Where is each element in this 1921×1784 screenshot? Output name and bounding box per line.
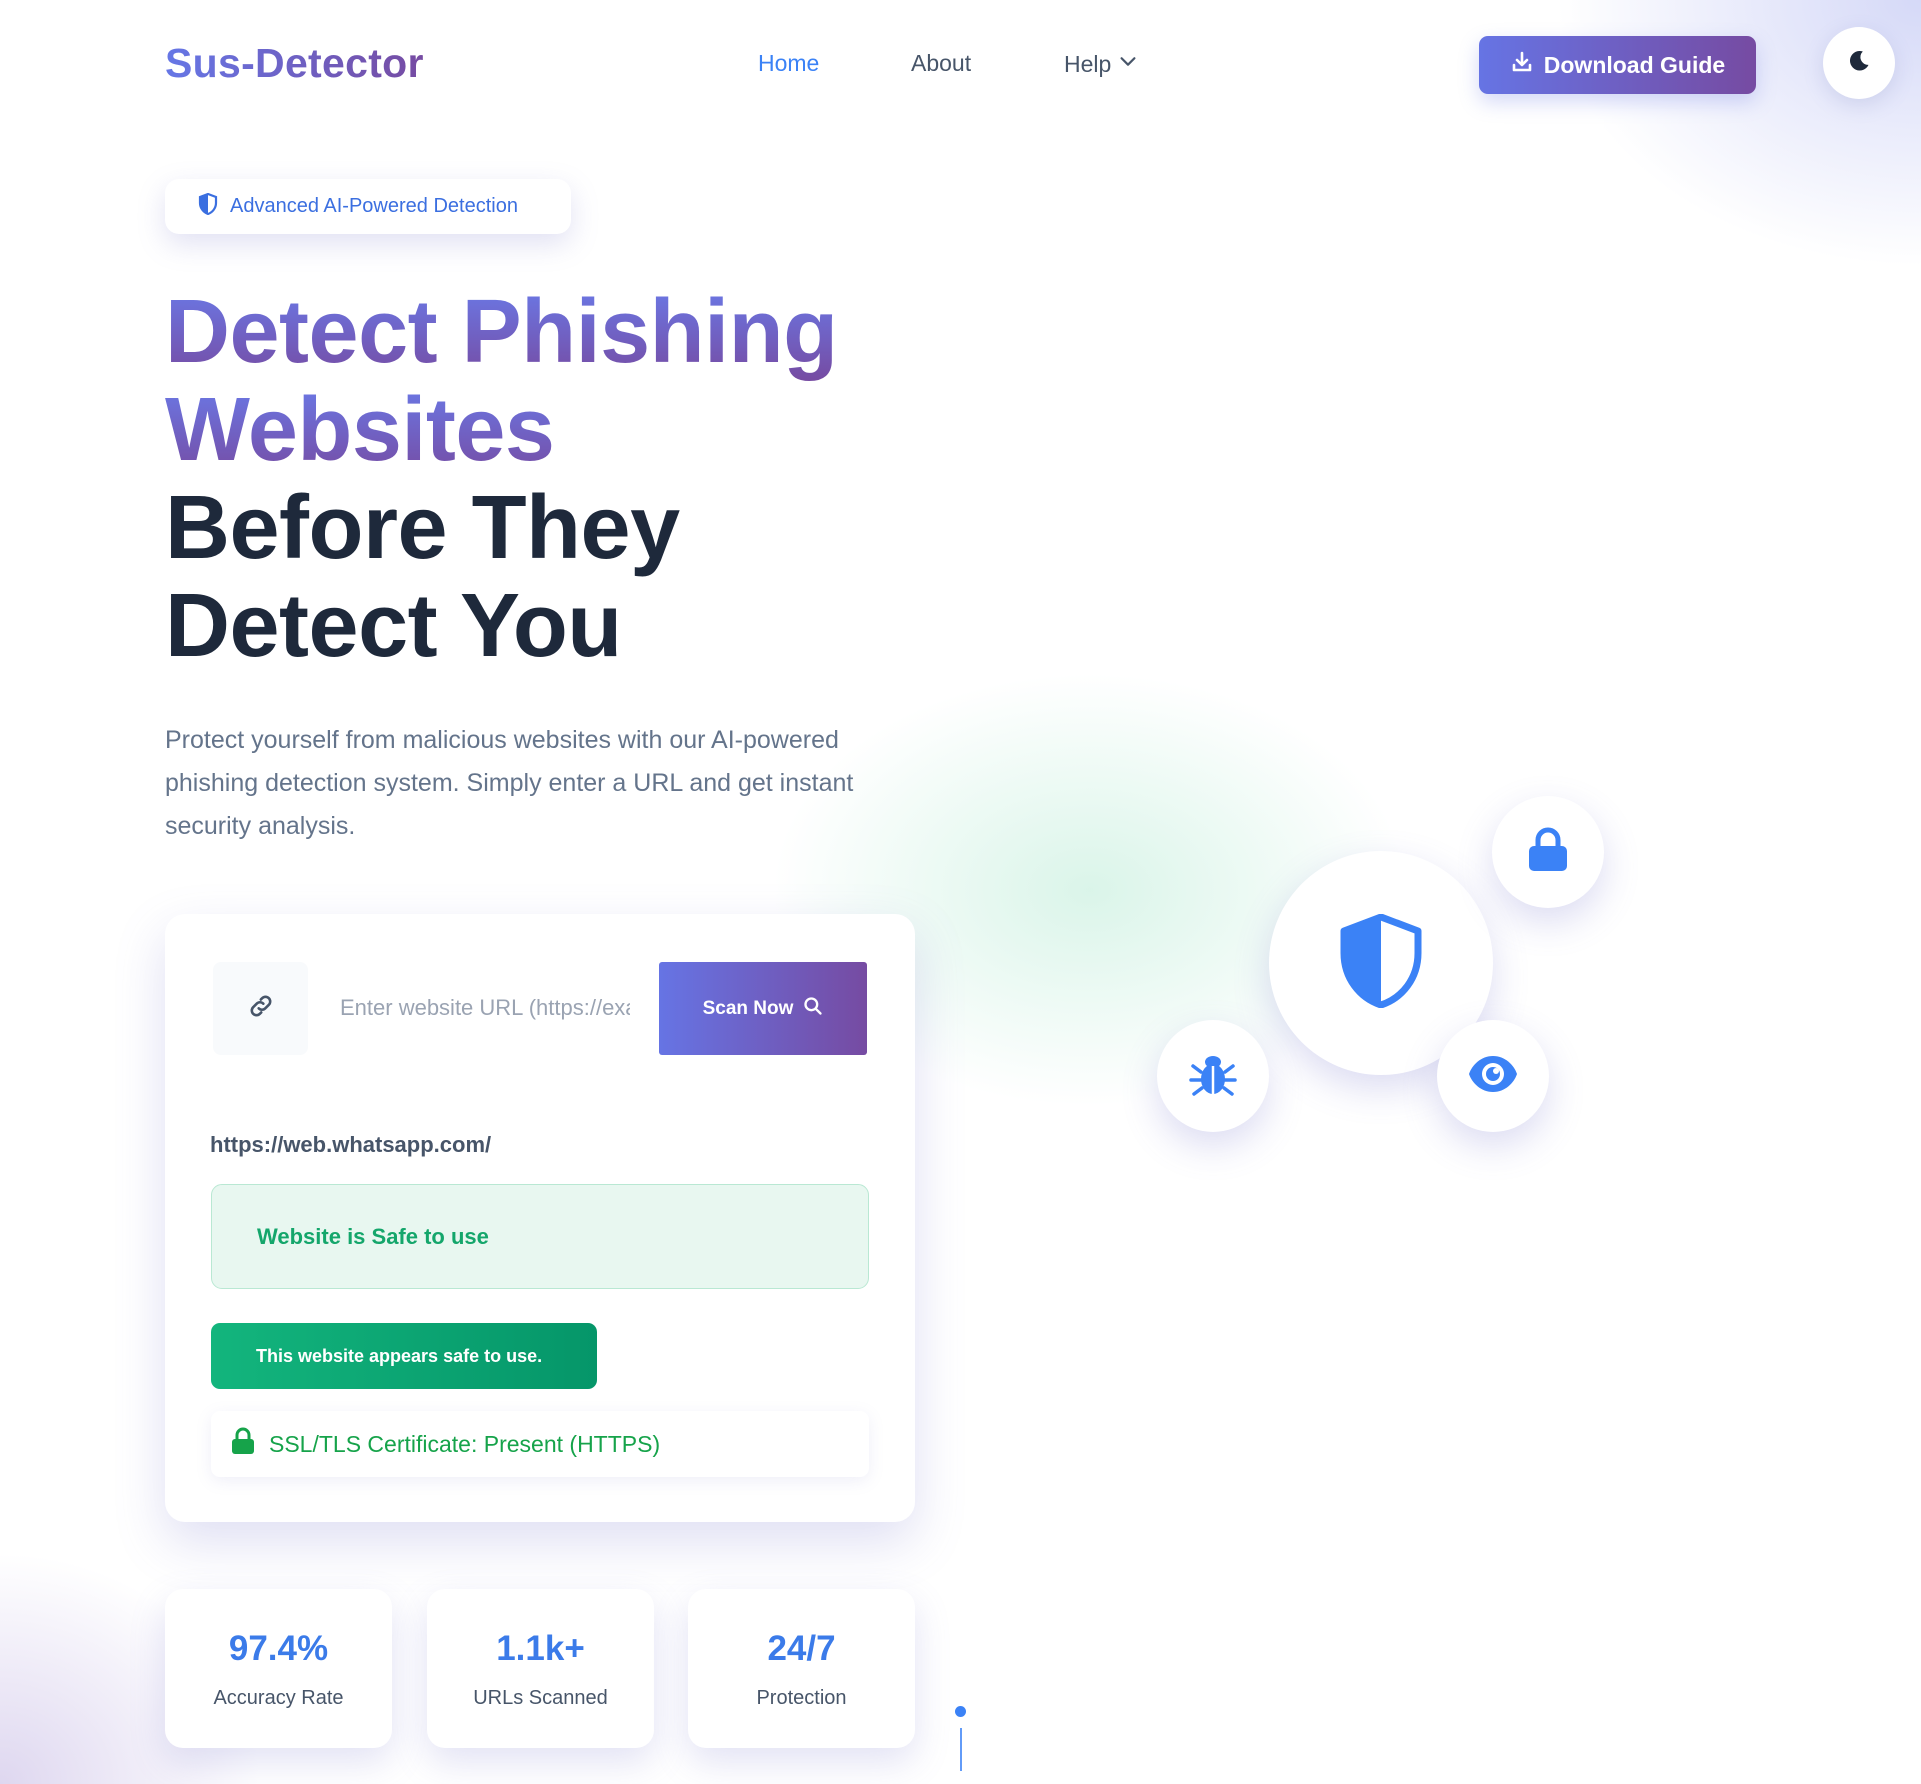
stat-label: URLs Scanned	[473, 1687, 608, 1709]
logo[interactable]: Sus-Detector	[165, 40, 424, 87]
scroll-indicator-dot[interactable]	[955, 1706, 966, 1717]
bug-icon	[1189, 1050, 1237, 1103]
url-input[interactable]	[340, 980, 630, 1036]
eye-icon	[1467, 1054, 1519, 1099]
lock-icon	[1527, 827, 1569, 878]
stat-value: 97.4%	[228, 1629, 329, 1668]
headline-line-1: Detect Phishing	[165, 282, 838, 382]
shield-icon	[1338, 913, 1424, 1013]
ssl-status-text: SSL/TLS Certificate: Present (HTTPS)	[269, 1430, 661, 1457]
headline-line-3: Before They	[165, 478, 680, 578]
safe-message-text: This website appears safe to use.	[256, 1345, 543, 1366]
headline-line-4: Detect You	[165, 576, 622, 676]
moon-icon	[1846, 48, 1872, 79]
download-icon	[1510, 50, 1534, 80]
hero-subtitle: Protect yourself from malicious websites…	[165, 726, 854, 840]
scan-card: Scan Now https://web.whatsapp.com/ Websi…	[165, 914, 915, 1522]
hero-headline: Detect Phishing Websites Before They Det…	[165, 283, 838, 675]
scan-result-text: Website is Safe to use	[257, 1223, 489, 1249]
nav-about-link[interactable]: About	[911, 50, 971, 77]
headline-line-2: Websites	[165, 381, 838, 479]
theme-toggle-button[interactable]	[1823, 27, 1895, 99]
shield-icon	[198, 192, 218, 221]
nav-help-dropdown[interactable]: Help	[1064, 50, 1139, 78]
download-guide-label: Download Guide	[1543, 51, 1726, 78]
stat-card-accuracy: 97.4% Accuracy Rate	[165, 1589, 392, 1748]
scan-result-status: Website is Safe to use	[211, 1184, 869, 1289]
floating-eye-circle	[1437, 1020, 1549, 1132]
nav-home-link[interactable]: Home	[758, 50, 819, 77]
stat-label: Accuracy Rate	[213, 1687, 344, 1709]
scroll-indicator-line	[960, 1728, 962, 1771]
ssl-certificate-row: SSL/TLS Certificate: Present (HTTPS)	[211, 1411, 869, 1477]
lock-icon	[231, 1427, 255, 1461]
stat-card-protection: 24/7 Protection	[688, 1589, 915, 1748]
floating-bug-circle	[1157, 1020, 1269, 1132]
url-icon-box	[213, 962, 308, 1055]
search-icon	[803, 996, 823, 1022]
stat-value: 1.1k+	[496, 1629, 585, 1668]
floating-lock-circle	[1492, 796, 1604, 908]
download-guide-button[interactable]: Download Guide	[1479, 36, 1756, 94]
stat-value: 24/7	[767, 1629, 836, 1668]
scan-now-button[interactable]: Scan Now	[659, 962, 867, 1055]
chevron-down-icon	[1117, 50, 1139, 78]
safe-message-badge: This website appears safe to use.	[211, 1323, 597, 1389]
stat-card-urls-scanned: 1.1k+ URLs Scanned	[427, 1589, 654, 1748]
scan-now-label: Scan Now	[702, 997, 794, 1019]
stat-label: Protection	[756, 1687, 847, 1709]
badge-label: Advanced AI-Powered Detection	[230, 195, 518, 217]
feature-badge: Advanced AI-Powered Detection	[165, 179, 571, 234]
scanned-url: https://web.whatsapp.com/	[210, 1132, 492, 1157]
nav-help-label: Help	[1064, 50, 1112, 77]
link-icon	[247, 992, 275, 1025]
